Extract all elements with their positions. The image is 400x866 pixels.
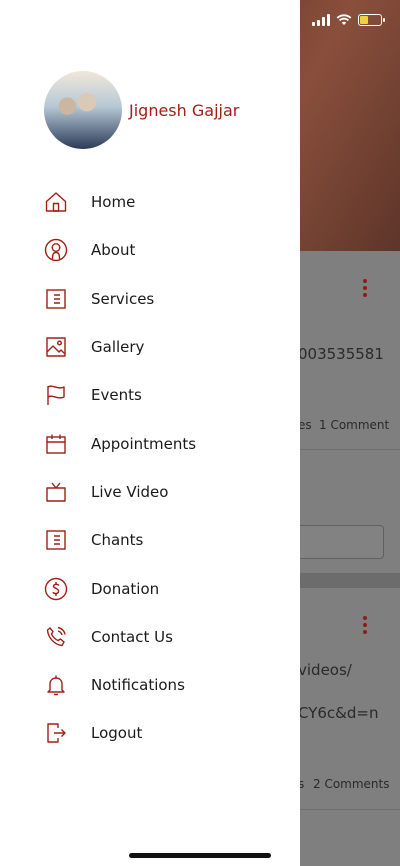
post-text: 003535581 [298,345,384,363]
navigation-drawer: Jignesh Gajjar Home About Services Galle… [0,0,300,866]
calendar-icon [44,432,68,456]
tv-icon [44,480,68,504]
comment-input [290,525,384,559]
home-indicator[interactable] [129,853,271,858]
signal-icon [312,14,330,26]
profile-header[interactable]: Jignesh Gajjar [44,71,239,149]
bell-icon [44,673,68,697]
menu-item-services[interactable]: Services [0,275,300,323]
post-text: videos/ [298,661,352,679]
avatar [44,71,122,149]
list-icon [44,287,68,311]
menu-item-appointments[interactable]: Appointments [0,419,300,467]
comments-count: 1 Comment [319,418,390,432]
menu-item-gallery[interactable]: Gallery [0,323,300,371]
more-options-icon [363,616,367,637]
menu-item-chants[interactable]: Chants [0,516,300,564]
menu-label: About [91,241,136,260]
profile-name: Jignesh Gajjar [129,100,240,120]
menu-item-notifications[interactable]: Notifications [0,661,300,709]
menu-label: Logout [91,724,143,743]
menu-label: Live Video [91,482,169,501]
dollar-icon [44,577,68,601]
likes-count: es [298,418,312,432]
menu-label: Notifications [91,676,185,695]
menu-item-contact-us[interactable]: Contact Us [0,613,300,661]
menu-item-events[interactable]: Events [0,371,300,419]
home-icon [44,190,68,214]
menu-item-logout[interactable]: Logout [0,709,300,757]
drawer-menu: Home About Services Gallery Events Appoi… [0,178,300,758]
wifi-icon [336,14,352,25]
status-time: 6:07 [33,14,71,32]
menu-label: Chants [91,531,144,550]
menu-item-about[interactable]: About [0,226,300,274]
menu-label: Gallery [91,338,145,357]
flag-icon [44,383,68,407]
gallery-icon [44,335,68,359]
logout-icon [44,721,68,745]
phone-icon [44,625,68,649]
menu-item-home[interactable]: Home [0,178,300,226]
post-text: CY6c&d=n [298,704,379,722]
menu-label: Contact Us [91,627,173,646]
menu-label: Services [91,289,155,308]
menu-label: Home [91,193,136,212]
more-options-icon [363,279,367,300]
menu-item-live-video[interactable]: Live Video [0,468,300,516]
battery-icon [358,14,385,26]
menu-label: Events [91,386,142,405]
menu-label: Donation [91,579,160,598]
menu-item-donation[interactable]: Donation [0,564,300,612]
menu-label: Appointments [91,434,197,453]
list-icon [44,528,68,552]
status-icons [312,14,385,26]
comments-count: 2 Comments [313,777,390,791]
person-icon [44,238,68,262]
